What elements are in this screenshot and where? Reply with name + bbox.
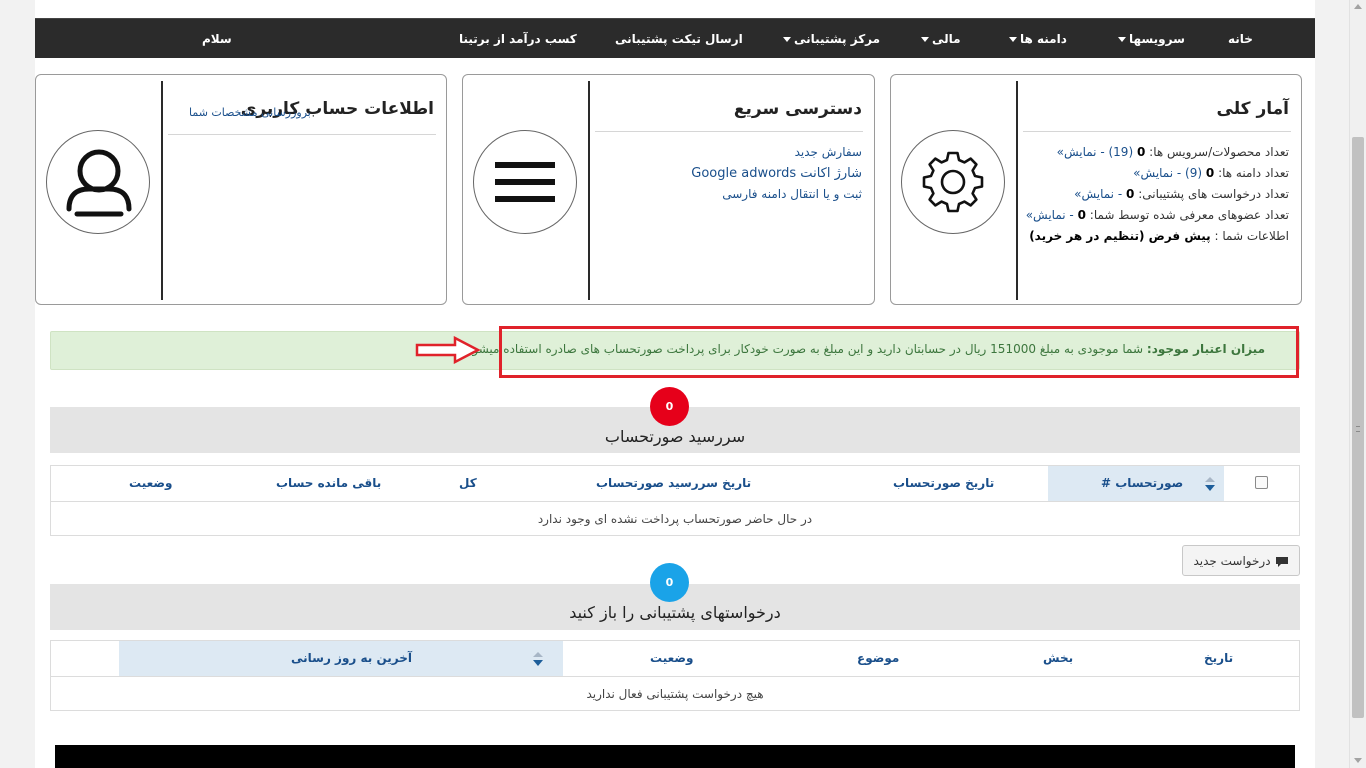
col-last-update[interactable]: آخرین به روز رسانی [291,641,412,676]
quick-link-adwords[interactable]: شارژ اکانت Google adwords [691,166,862,181]
stat-referrals-label: تعداد عضوهای معرفی شده توسط شما: [1089,208,1289,222]
nav-domains-label: دامنه ها [1020,32,1067,46]
new-request-button[interactable]: درخواست جدید [1182,545,1300,576]
quick-panel-title: دسترسی سریع [733,99,862,119]
stats-circle [901,130,1005,234]
chevron-down-icon [783,37,791,42]
stat-referrals: تعداد عضوهای معرفی شده توسط شما: 0 - نما… [1026,208,1289,222]
nav-services-label: سرویسها [1129,32,1185,46]
stat-products-value: 0 [1136,145,1146,159]
col-total[interactable]: کل [459,466,477,501]
quick-link-new-order[interactable]: سفارش جدید [795,145,862,159]
account-panel: اطلاعات حساب کاربری بروزرسانی مشخصات شما [35,74,447,305]
nav-send-ticket[interactable]: ارسال تیکت پشتیبانی [615,19,743,59]
vertical-scrollbar[interactable] [1349,0,1366,768]
user-icon [66,149,132,217]
stat-info-label: اطلاعات شما : [1214,229,1289,243]
highlight-box [499,326,1299,378]
new-request-label: درخواست جدید [1193,554,1271,568]
chevron-down-icon [1118,37,1126,42]
panel-rule [595,131,863,132]
panel-rule [1023,131,1291,132]
col-ticket-status[interactable]: وضعیت [650,641,693,676]
nav-support-center-label: مرکز پشتیبانی [794,32,881,46]
stat-domains-link[interactable]: (9) - نمایش» [1133,166,1202,180]
nav-finance[interactable]: مالی [921,19,961,59]
stat-tickets-link[interactable]: - نمایش» [1074,187,1122,201]
quick-link-persian-domain[interactable]: ثبت و یا انتقال دامنه فارسی [722,187,862,201]
col-balance[interactable]: باقی مانده حساب [276,466,381,501]
stat-products-link[interactable]: (19) - نمایش» [1057,145,1134,159]
stat-info-value: پیش فرض (تنظیم در هر خرید) [1029,229,1211,243]
scroll-up-icon[interactable] [1354,4,1362,9]
stat-products: تعداد محصولات/سرویس ها: 0 (19) - نمایش» [1057,145,1289,159]
nav-domains[interactable]: دامنه ها [1009,19,1067,59]
comment-icon [1275,556,1288,567]
page-margin-right [1315,0,1349,768]
stats-panel-title: آمار کلی [1216,99,1289,119]
stat-domains: تعداد دامنه ها: 0 (9) - نمایش» [1133,166,1289,180]
nav-greeting: سلام [202,32,232,46]
nav-home[interactable]: خانه [1228,19,1253,59]
col-status[interactable]: وضعیت [129,466,172,501]
chevron-down-icon [921,37,929,42]
panel-rule [168,134,436,135]
stat-referrals-value: 0 [1077,208,1086,222]
sort-icon[interactable] [533,652,543,666]
stat-tickets: تعداد درخواست های پشتیبانی: 0 - نمایش» [1074,187,1289,201]
quick-access-panel: دسترسی سریع سفارش جدید شارژ اکانت Google… [462,74,875,305]
tickets-table: تاریخ بخش موضوع وضعیت آخرین به روز رسانی… [50,640,1300,711]
tickets-count-badge: 0 [650,563,689,602]
stats-panel: آمار کلی تعداد محصولات/سرویس ها: 0 (19) … [890,74,1302,305]
stat-domains-label: تعداد دامنه ها: [1218,166,1289,180]
nav-support-center[interactable]: مرکز پشتیبانی [783,19,880,59]
nav-affiliate[interactable]: کسب درآمد از برتینا [459,19,577,59]
quick-circle [473,130,577,234]
col-date[interactable]: تاریخ [1204,641,1233,676]
col-subject[interactable]: موضوع [857,641,899,676]
col-invoice-date[interactable]: تاریخ صورتحساب [893,466,994,501]
nav-services[interactable]: سرویسها [1118,19,1185,59]
account-circle [46,130,150,234]
invoices-title: سررسید صورتحساب [604,427,746,446]
chevron-down-icon [1009,37,1017,42]
tickets-empty-row: هیچ درخواست پشتیبانی فعال ندارید [51,676,1299,711]
invoices-count-badge: 0 [650,387,689,426]
stat-info: اطلاعات شما : پیش فرض (تنظیم در هر خرید) [1029,229,1289,243]
scroll-thumb[interactable] [1352,137,1364,718]
stat-products-label: تعداد محصولات/سرویس ها: [1149,145,1289,159]
footer-bar [55,745,1295,768]
stat-tickets-value: 0 [1126,187,1135,201]
col-due-date[interactable]: تاریخ سررسید صورتحساب [596,466,751,501]
arrow-right-icon [415,336,481,364]
update-profile-link[interactable]: بروزرسانی مشخصات شما [189,106,311,119]
invoices-empty-row: در حال حاضر صورتحساب پرداخت نشده ای وجود… [51,501,1299,536]
select-all-checkbox[interactable] [1255,476,1268,489]
scroll-down-icon[interactable] [1354,758,1362,763]
col-department[interactable]: بخش [1043,641,1073,676]
tickets-title: درخواستهای پشتیبانی را باز کنید [569,603,781,622]
stat-domains-value: 0 [1205,166,1215,180]
menu-icon [495,162,555,202]
col-invoice-number[interactable]: صورتحساب # [1101,466,1183,501]
gear-icon [922,151,984,213]
nav-finance-label: مالی [932,32,961,46]
invoices-table: صورتحساب # تاریخ صورتحساب تاریخ سررسید ص… [50,465,1300,536]
panel-divider [588,81,590,300]
stat-tickets-label: تعداد درخواست های پشتیبانی: [1138,187,1289,201]
panel-divider [161,81,163,300]
page-margin-left [0,0,35,768]
top-navbar: خانه سرویسها دامنه ها مالی مرکز پشتیبانی… [35,18,1315,58]
sort-icon[interactable] [1205,477,1215,491]
panel-divider [1016,81,1018,300]
stat-referrals-link[interactable]: - نمایش» [1026,208,1074,222]
